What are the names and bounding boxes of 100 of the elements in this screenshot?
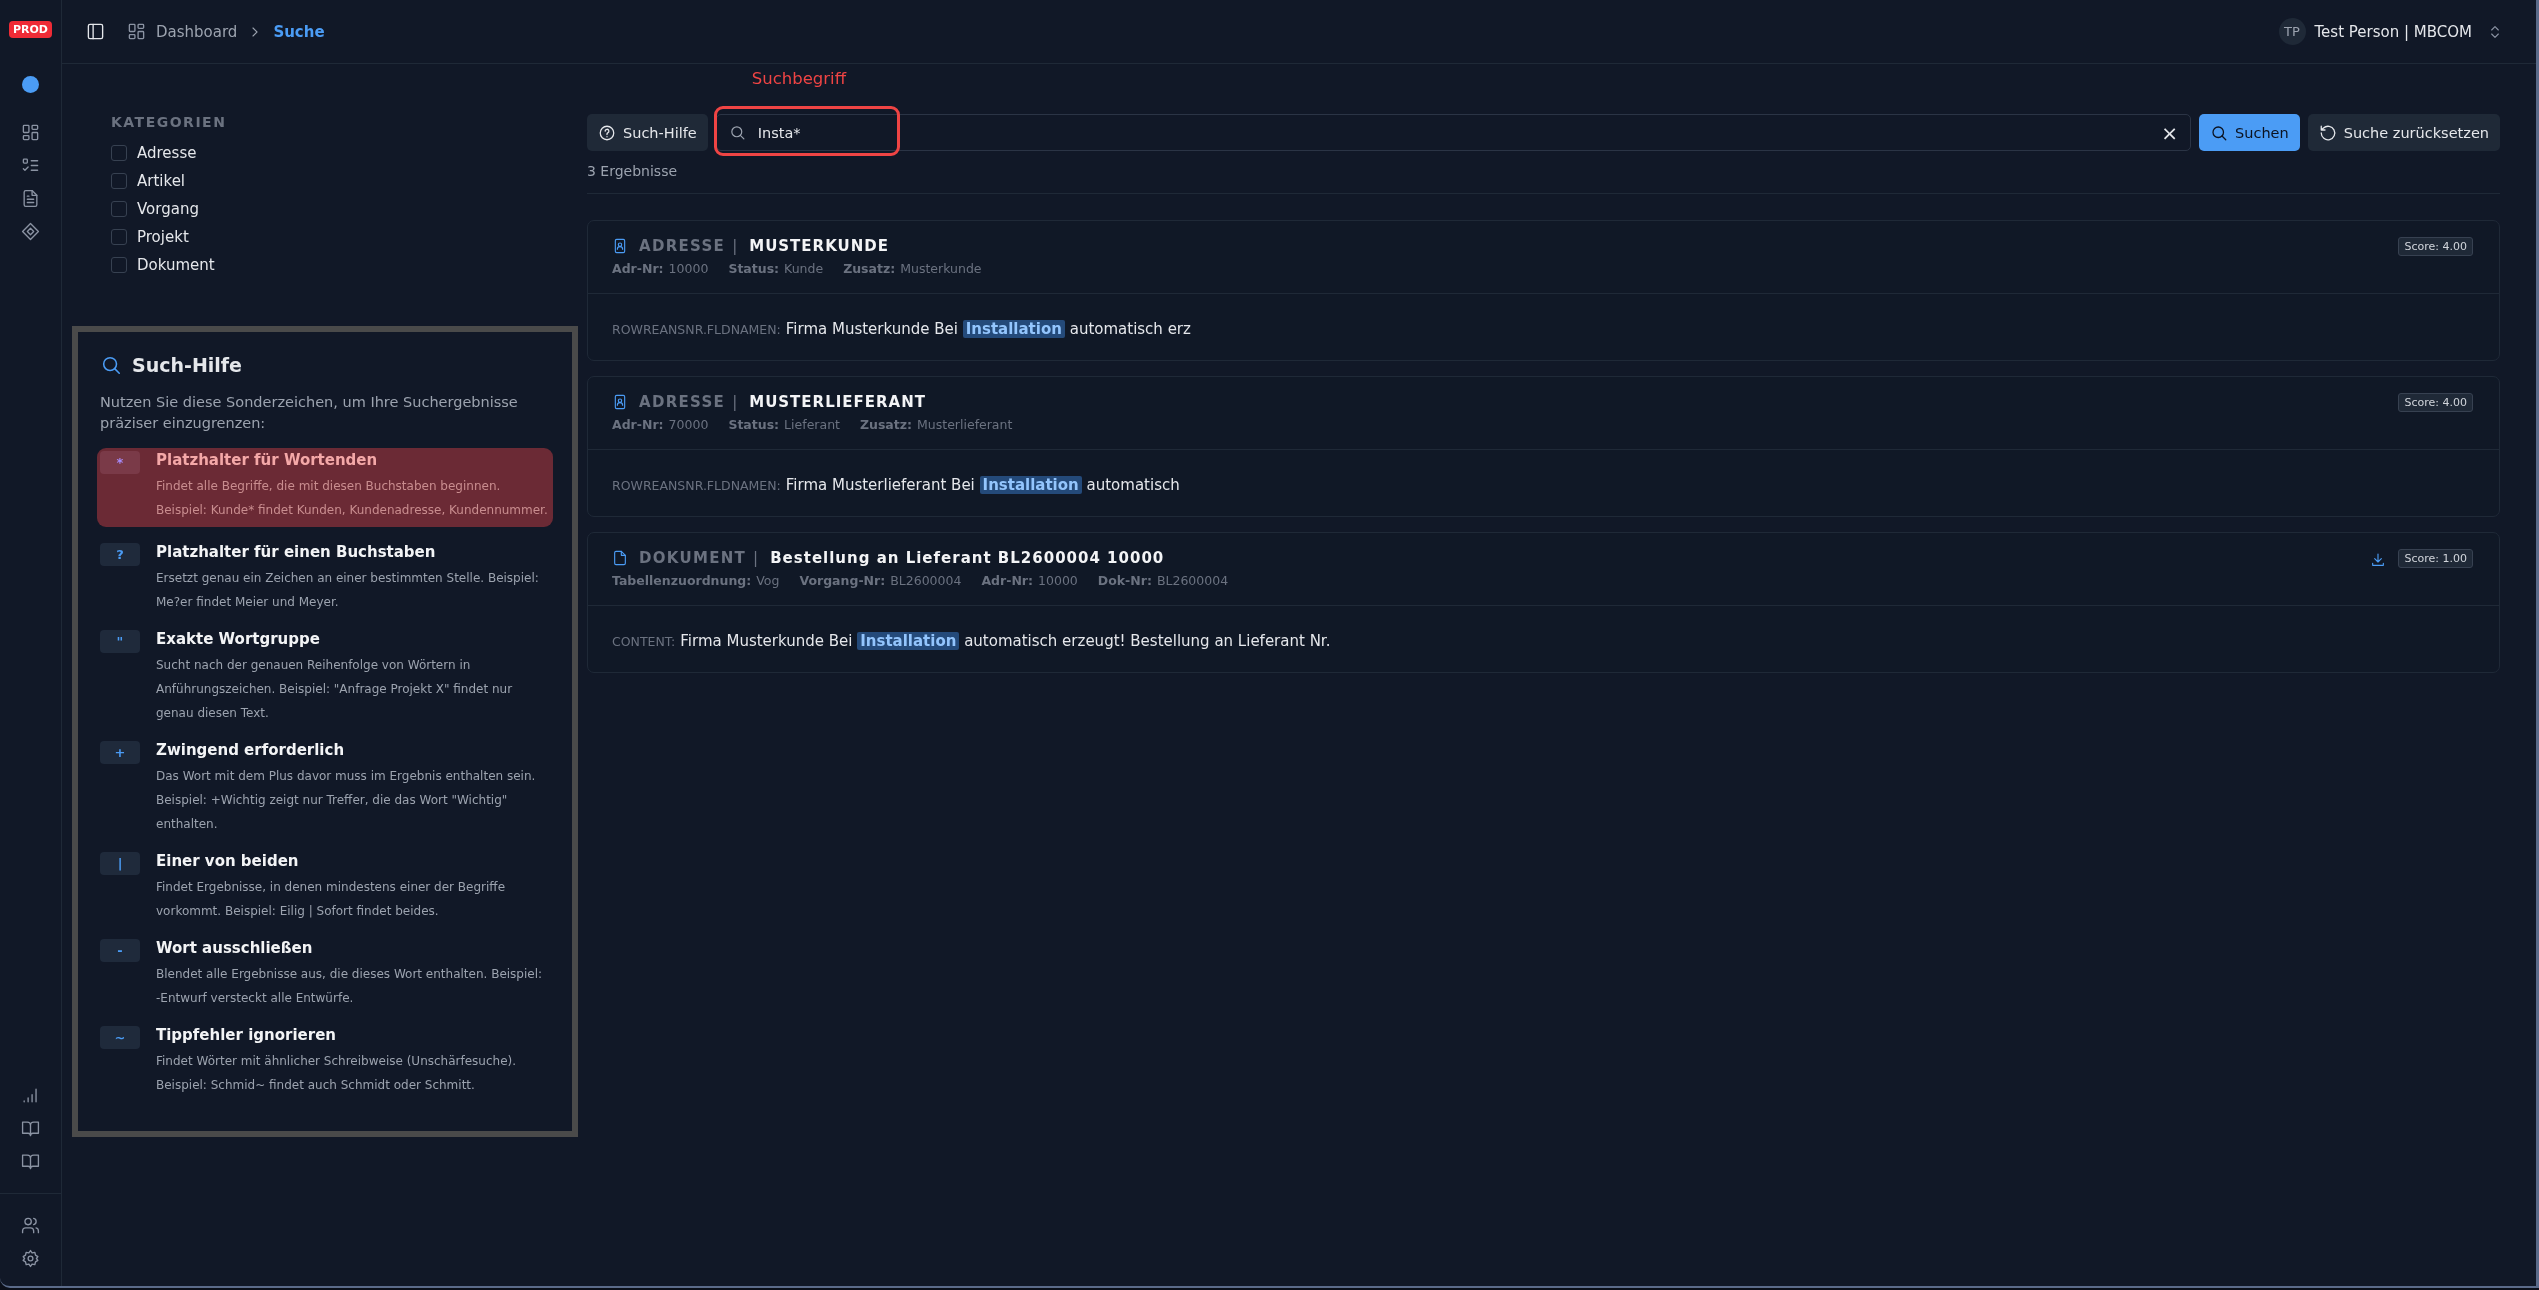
annotation-label: Suchbegriff xyxy=(751,69,847,88)
help-item-text: Ersetzt genau ein Zeichen an einer bestimmten Stelle. Beispiel: Me?er findet Meier und Meyer. xyxy=(156,570,540,611)
contact-book-icon xyxy=(612,238,628,254)
field-label: ROWREANSNR.FLDNAMEN: xyxy=(612,478,781,493)
meta-label: Adr-Nr: xyxy=(612,261,664,276)
search-icon xyxy=(100,354,122,376)
meta-value: BL2600004 xyxy=(890,573,962,588)
meta-label: Adr-Nr: xyxy=(981,573,1034,588)
meta-value: Vog xyxy=(756,573,780,588)
section-heading: KATEGORIEN xyxy=(111,114,228,130)
diamond-icon[interactable] xyxy=(21,222,40,241)
breadcrumb-current: Suche xyxy=(273,22,325,41)
search-icon xyxy=(2210,123,2229,142)
match-snippet: Firma Musterkunde Bei Installation automatisch erzeugt! Bestellung an Lieferant Nr. xyxy=(680,632,1331,650)
checkbox-label[interactable]: Vorgang xyxy=(137,200,199,218)
breadcrumb-link[interactable]: Dashboard xyxy=(156,22,238,41)
meta-value: 10000 xyxy=(668,261,709,276)
reset-icon xyxy=(2318,123,2337,142)
checkbox[interactable] xyxy=(111,173,127,189)
result-card[interactable]: ADRESSE | MUSTERKUNDE Adr-Nr: 10000 Status: Kunde Zusatz: Musterkunde Score: 4.00 ROWREANSNR.FLDNAMEN: Firma Musterkunde Bei Installation automatisch erz xyxy=(587,220,2500,361)
symbol-chip: " xyxy=(100,630,140,653)
result-card[interactable]: ADRESSE | MUSTERLIEFERANT Adr-Nr: 70000 Status: Lieferant Zusatz: Musterlieferant Score: 4.00 ROWREANSNR.FLDNAMEN: Firma Musterlieferant Bei Installation automatisch xyxy=(587,376,2500,517)
symbol-chip: | xyxy=(100,852,140,875)
dashboard-icon[interactable] xyxy=(21,123,40,142)
help-item-text: Findet Ergebnisse, in denen mindestens einer der Begriffe vorkommt. Beispiel: Eilig | Sofort findet beides. xyxy=(156,879,507,920)
meta-label: Vorgang-Nr: xyxy=(799,573,886,588)
download-icon[interactable] xyxy=(2370,552,2387,568)
checkbox-label[interactable]: Projekt xyxy=(137,228,189,246)
help-item-title: Zwingend erforderlich xyxy=(156,741,346,759)
separator: | xyxy=(753,549,759,567)
search-help-button[interactable]: Such-Hilfe xyxy=(587,114,708,151)
signal-bars-icon[interactable] xyxy=(21,1086,40,1105)
checkbox[interactable] xyxy=(111,229,127,245)
result-type: DOKUMENT xyxy=(639,549,747,567)
checkbox-label[interactable]: Dokument xyxy=(137,256,215,274)
meta-value: 10000 xyxy=(1038,573,1078,588)
document-icon[interactable] xyxy=(21,189,40,208)
separator: | xyxy=(732,237,738,255)
meta-label: Zusatz: xyxy=(859,417,913,432)
checkbox[interactable] xyxy=(111,145,127,161)
checkbox-label[interactable]: Adresse xyxy=(137,144,197,162)
meta-value: Kunde xyxy=(784,261,824,276)
help-item-text: Sucht nach der genauen Reihenfolge von Wörtern in Anführungszeichen. Beispiel: "Anfrage Projekt X" findet nur genau diesen Text. xyxy=(156,657,514,722)
help-item-title: Exakte Wortgruppe xyxy=(156,630,321,648)
result-title: Bestellung an Lieferant BL2600004 10000 xyxy=(770,549,1165,567)
result-type: ADRESSE xyxy=(639,393,726,411)
meta-value: 70000 xyxy=(668,417,709,432)
clear-button[interactable]: × xyxy=(2161,120,2179,145)
match-snippet: Firma Musterkunde Bei Installation automatisch erz xyxy=(785,320,1191,338)
help-item-title: Platzhalter für einen Buchstaben xyxy=(156,543,437,561)
status-dot xyxy=(22,76,39,93)
meta-value: Musterkunde xyxy=(900,261,982,276)
checkbox[interactable] xyxy=(111,257,127,273)
meta-label: Dok-Nr: xyxy=(1097,573,1152,588)
match-snippet: Firma Musterlieferant Bei Installation automatisch xyxy=(785,476,1180,494)
separator: | xyxy=(732,393,738,411)
book-icon[interactable] xyxy=(21,1152,40,1171)
help-intro: Nutzen Sie diese Sonderzeichen, um Ihre Suchergebnisse präziser einzugrenzen: xyxy=(100,393,519,433)
settings-icon[interactable] xyxy=(21,1249,40,1268)
meta-value: Lieferant xyxy=(784,417,840,432)
result-count: 3 Ergebnisse xyxy=(587,163,2500,194)
meta-label: Status: xyxy=(728,261,780,276)
help-icon xyxy=(598,123,616,142)
search-button[interactable]: Suchen xyxy=(2199,114,2300,151)
help-item-text: Findet Wörter mit ähnlicher Schreibweise (Unschärfesuche). Beispiel: Schmid~ findet auch Schmidt oder Schmitt. xyxy=(156,1053,518,1094)
meta-value: Musterlieferant xyxy=(917,417,1013,432)
dashboard-icon xyxy=(127,22,146,41)
checkbox[interactable] xyxy=(111,201,127,217)
result-title: MUSTERLIEFERANT xyxy=(749,393,926,411)
user-menu[interactable]: TP Test Person | MBCOM xyxy=(2272,17,2509,46)
result-card[interactable] xyxy=(587,532,2500,673)
result-title: MUSTERKUNDE xyxy=(749,237,889,255)
help-item-text: Findet alle Begriffe, die mit diesen Buchstaben beginnen. Beispiel: Kunde* findet Kunden, Kundenadresse, Kundennummer. xyxy=(156,478,549,519)
score-badge: Score: 4.00 xyxy=(2398,237,2473,256)
checkbox-label[interactable]: Artikel xyxy=(137,172,186,190)
result-type: ADRESSE xyxy=(639,237,726,255)
meta-label: Adr-Nr: xyxy=(612,417,664,432)
symbol-chip: ~ xyxy=(100,1026,140,1049)
score-badge: Score: 1.00 xyxy=(2398,549,2473,568)
score-badge: Score: 4.00 xyxy=(2398,393,2473,412)
help-item-title: Wort ausschließen xyxy=(156,939,314,957)
meta-label: Tabellenzuordnung: xyxy=(612,573,752,588)
users-icon[interactable] xyxy=(21,1216,40,1235)
meta-value: BL2600004 xyxy=(1156,573,1229,588)
help-item-text: Blendet alle Ergebnisse aus, die dieses Wort enthalten. Beispiel: -Entwurf versteckt alle Entwürfe. xyxy=(156,966,544,1007)
symbol-chip: ? xyxy=(100,543,140,566)
book-icon[interactable] xyxy=(21,1119,40,1138)
field-label: ROWREANSNR.FLDNAMEN: xyxy=(612,322,781,337)
sidebar-toggle-icon[interactable] xyxy=(86,22,105,41)
panel-title: Such-Hilfe xyxy=(132,354,242,376)
contact-book-icon xyxy=(612,394,628,410)
help-item-text: Das Wort mit dem Plus davor muss im Ergebnis enthalten sein. Beispiel: +Wichtig zeigt nur Treffer, die das Wort "Wichtig" enthalten. xyxy=(156,768,537,833)
symbol-chip: - xyxy=(100,939,140,962)
meta-label: Status: xyxy=(728,417,780,432)
reset-button[interactable]: Suche zurücksetzen xyxy=(2307,114,2500,151)
symbol-chip: + xyxy=(100,741,140,764)
avatar: TP xyxy=(2278,18,2306,45)
field-label: CONTENT: xyxy=(612,634,676,649)
meta-label: Zusatz: xyxy=(843,261,896,276)
help-item-title: Platzhalter für Wortenden xyxy=(156,451,379,469)
